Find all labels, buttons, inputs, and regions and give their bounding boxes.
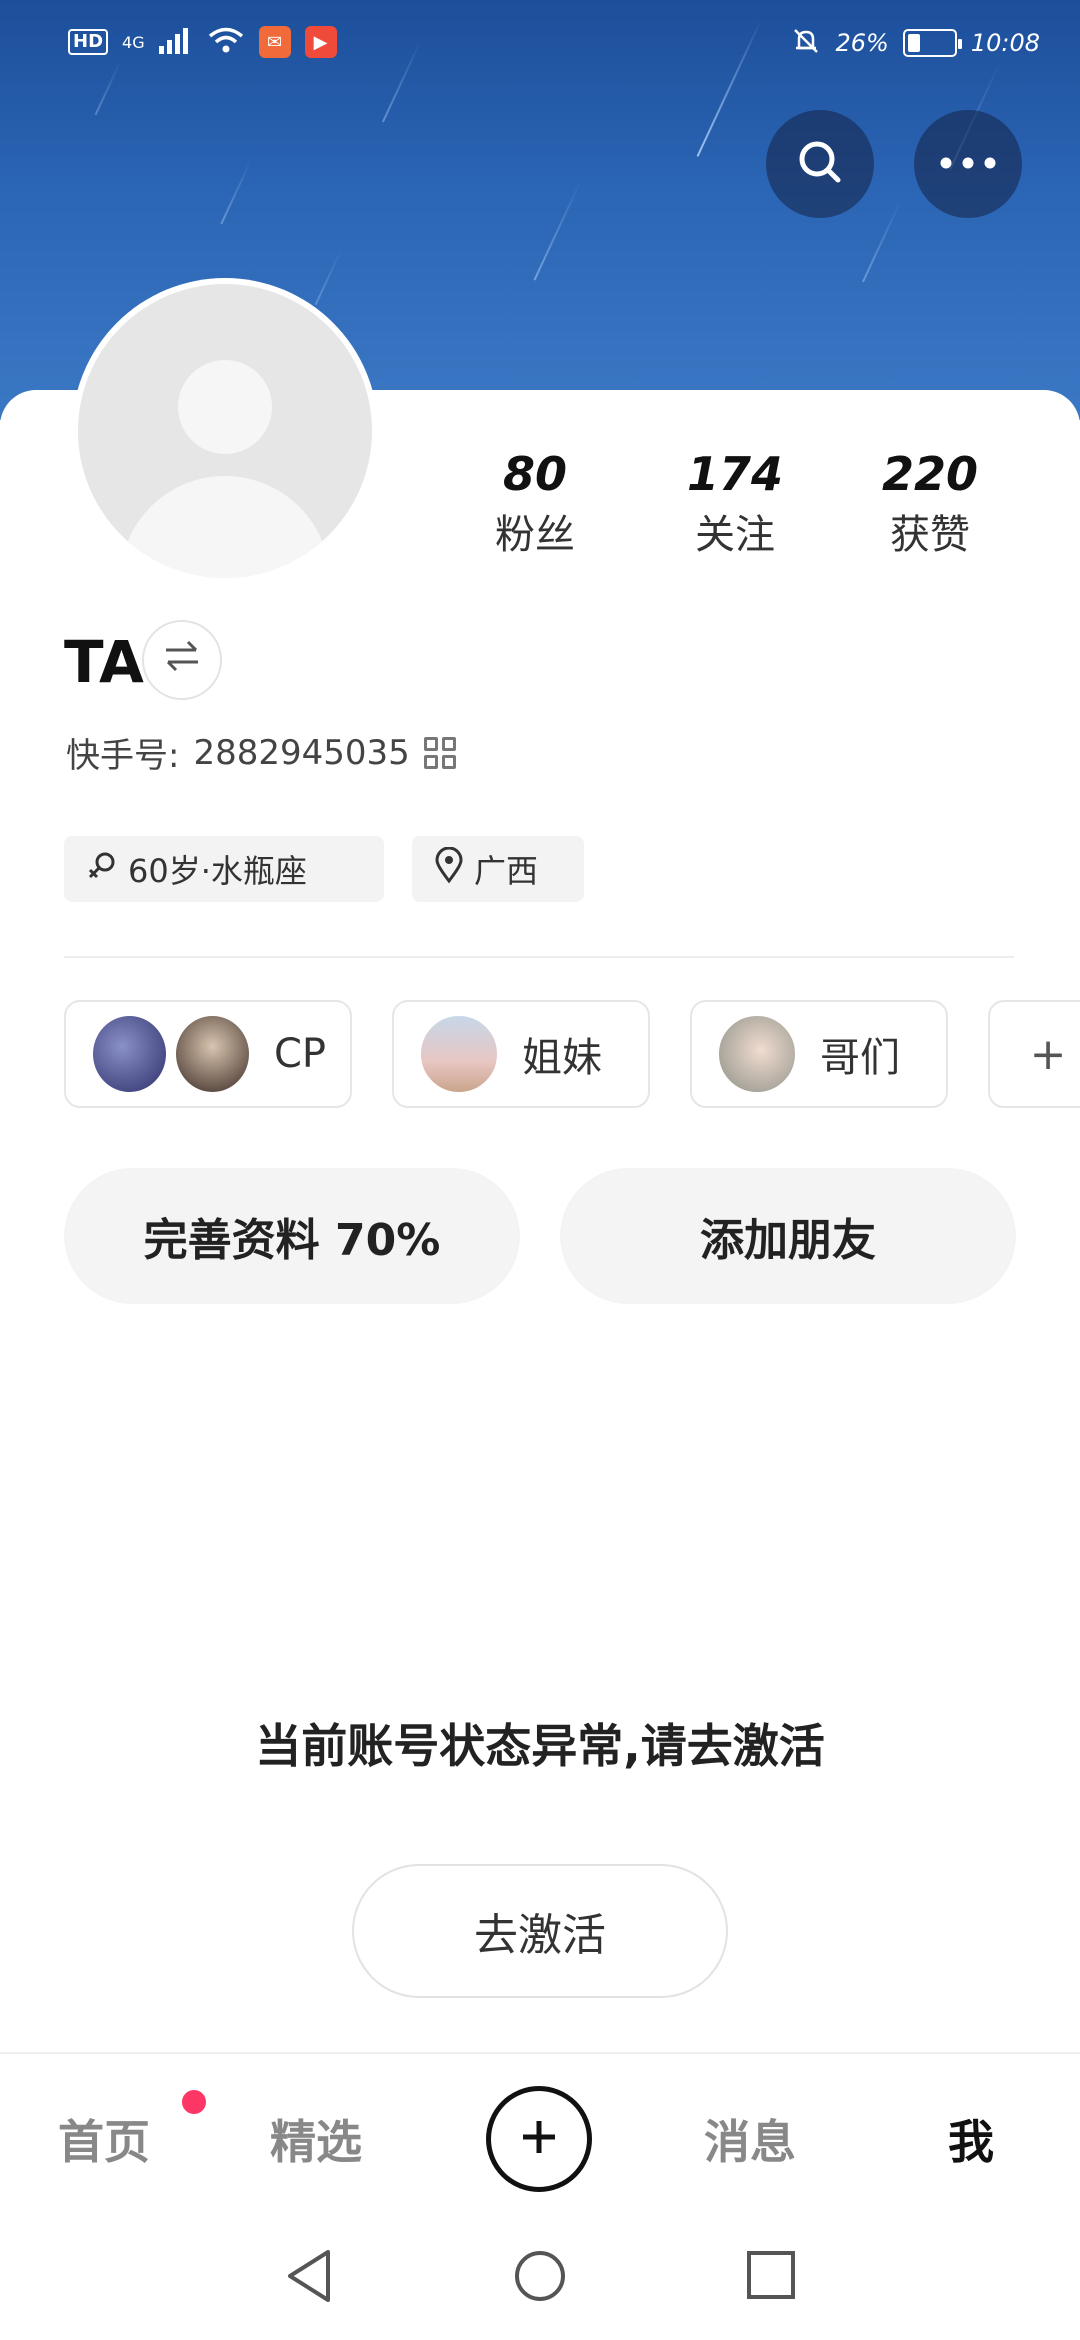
followers-label: 粉丝 [495,512,575,558]
age-constellation-text: 60岁·水瓶座 [128,852,307,890]
wifi-icon [207,26,245,58]
kuaishou-id-row[interactable]: 快手号: 2882945035 [66,728,456,777]
battery-percent: 26% [835,29,889,57]
hd-indicator: HD [68,29,109,55]
age-constellation-tag: 60岁·水瓶座 [64,836,384,902]
location-text: 广西 [474,852,539,890]
location-tag: 广西 [412,836,584,902]
recents-square-icon[interactable] [744,2248,798,2306]
likes-stat[interactable]: 220 获赞 [850,445,1010,567]
group-sisters-label: 姐妹 [522,1035,602,1081]
likes-label: 获赞 [890,512,970,558]
more-dots-icon [938,155,998,174]
profile-name: TA [64,628,144,696]
avatar[interactable] [72,278,378,584]
following-count: 174 [686,447,784,501]
system-navigation-bar [0,2218,1080,2340]
likes-count: 220 [881,447,979,501]
create-post-button[interactable] [486,2086,592,2192]
group-sisters[interactable]: 姐妹 [392,1000,650,1108]
nav-home[interactable]: 首页 [58,2106,150,2172]
switch-account-button[interactable] [142,620,222,700]
activate-button[interactable]: 去激活 [352,1864,728,1998]
group-cp[interactable]: CP [64,1000,352,1108]
status-bar: HD 4G ✉ ▶ 26% 10:08 [0,0,1080,90]
network-type: 4G [122,32,145,52]
followers-stat[interactable]: 80 粉丝 [455,445,615,567]
notification-dot [182,2090,206,2114]
kuaishou-id-label: 快手号: [66,736,180,776]
cp-avatar-1 [90,1013,169,1095]
nav-featured[interactable]: 精选 [270,2106,362,2172]
signal-icon [158,26,193,58]
account-status-notice: 当前账号状态异常,请去激活 [255,1719,825,1773]
search-button[interactable] [766,110,874,218]
group-buddies-label: 哥们 [820,1035,900,1081]
more-button[interactable] [914,110,1022,218]
add-friends-button[interactable]: 添加朋友 [560,1168,1016,1304]
location-pin-icon [434,846,464,891]
female-gender-icon [86,849,118,889]
back-triangle-icon[interactable] [284,2248,334,2308]
add-group-plus: + [1029,1028,1067,1080]
buddies-avatar [716,1013,798,1095]
mute-bell-icon [791,26,821,60]
sisters-avatar [418,1013,500,1095]
nav-messages[interactable]: 消息 [704,2106,796,2172]
following-stat[interactable]: 174 关注 [655,445,815,567]
plus-icon [517,2115,561,2163]
group-buddies[interactable]: 哥们 [690,1000,948,1108]
followers-count: 80 [502,447,567,501]
divider [64,956,1014,958]
qr-code-icon[interactable] [423,736,456,769]
cp-avatar-2 [172,1013,252,1095]
kuaishou-app-icon: ▶ [304,26,337,58]
complete-profile-button[interactable]: 完善资料 70% [64,1168,520,1304]
mail-app-icon: ✉ [258,26,291,58]
battery-icon [902,29,962,57]
group-cp-label: CP [273,1031,326,1077]
clock: 10:08 [970,29,1040,57]
bottom-navigation: 首页 精选 消息 我 [0,2052,1080,2218]
kuaishou-id-value: 2882945035 [193,732,410,773]
home-circle-icon[interactable] [512,2248,568,2308]
nav-me[interactable]: 我 [948,2106,994,2172]
search-icon [795,137,845,191]
add-group-button[interactable]: + [988,1000,1080,1108]
swap-arrows-icon [162,638,202,683]
following-label: 关注 [695,512,775,558]
